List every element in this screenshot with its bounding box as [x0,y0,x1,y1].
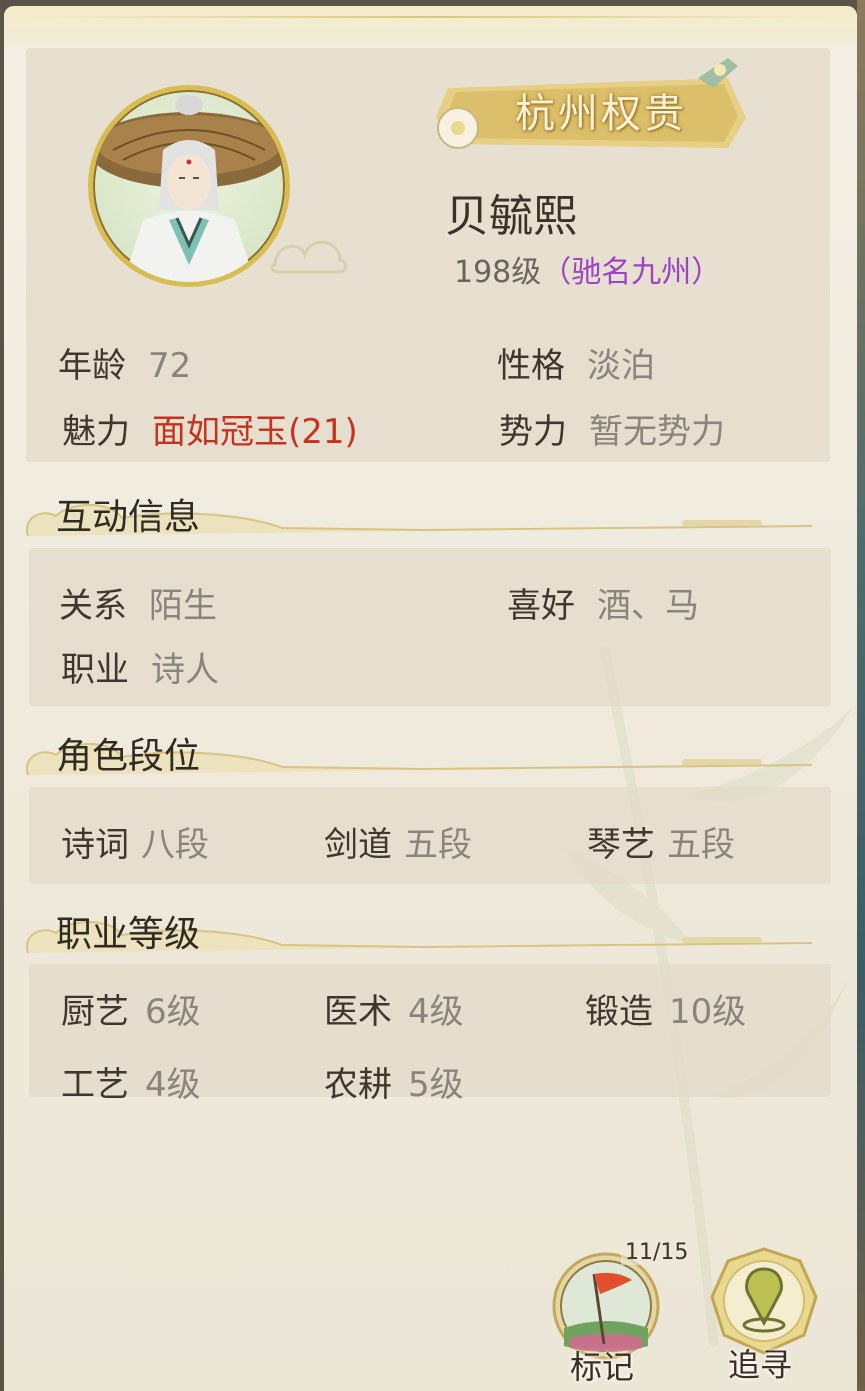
faction-label: 势力 [499,412,567,452]
rank-item: 诗词 八段 [61,817,209,866]
job-row: 职业 诗人 [61,642,219,691]
mark-counter: 11/15 [621,1240,693,1265]
title-text: 杭州权贵 [515,91,687,137]
section-rank-title: 角色段位 [56,736,201,777]
career-item: 农耕 5级 [324,1057,464,1106]
career-label: 锻造 [585,992,653,1032]
charm-value: 面如冠玉(21) [152,412,358,452]
career-value: 10级 [669,992,747,1032]
rank-label: 剑道 [324,825,392,865]
fame-title: （驰名九州） [541,255,722,290]
career-value: 6级 [145,992,201,1032]
faction-row: 势力 暂无势力 [499,404,725,453]
section-career-header: 职业等级 [22,905,822,965]
rank-label: 琴艺 [587,825,655,865]
section-interaction-title: 互动信息 [56,497,201,538]
career-value: 4级 [408,992,464,1032]
seek-label: 追寻 [728,1346,793,1384]
career-item: 工艺 4级 [61,1057,201,1106]
section-career-title: 职业等级 [56,914,201,955]
faction-value: 暂无势力 [589,412,725,452]
career-label: 农耕 [324,1065,392,1105]
age-label: 年龄 [58,346,126,386]
character-portrait-icon [93,95,285,282]
career-item: 厨艺 6级 [61,984,201,1033]
title-banner: 杭州权贵 [428,58,754,162]
background-edge [857,0,865,1391]
rank-value: 八段 [141,825,209,865]
rank-value: 五段 [404,825,472,865]
personality-row: 性格 淡泊 [497,338,655,387]
mark-label: 标记 [570,1348,635,1386]
age-value: 72 [148,346,192,386]
character-name: 贝毓熙 [445,191,577,242]
character-level: 198级（驰名九州） [454,247,721,291]
section-interaction-header: 互动信息 [22,488,822,548]
career-label: 工艺 [61,1065,129,1105]
relation-row: 关系 陌生 [59,578,217,627]
rank-value: 五段 [667,825,735,865]
hobby-value: 酒、马 [597,586,699,626]
job-value: 诗人 [151,650,219,690]
charm-label: 魅力 [62,412,130,452]
career-item: 医术 4级 [324,984,464,1033]
hobby-label: 喜好 [507,586,575,626]
relation-value: 陌生 [149,586,217,626]
career-label: 医术 [324,992,392,1032]
personality-label: 性格 [497,346,565,386]
age-row: 年龄 72 [58,338,191,387]
rank-item: 剑道 五段 [324,817,472,866]
rank-item: 琴艺 五段 [587,817,735,866]
hobby-row: 喜好 酒、马 [507,578,699,627]
level-value: 198级 [454,255,542,290]
charm-row: 魅力 面如冠玉(21) [62,404,358,453]
personality-value: 淡泊 [587,346,655,386]
section-rank-header: 角色段位 [22,727,822,787]
career-value: 4级 [145,1065,201,1105]
character-avatar[interactable] [88,85,290,287]
top-decoration [4,6,857,52]
career-label: 厨艺 [61,992,129,1032]
rank-label: 诗词 [61,825,129,865]
relation-label: 关系 [59,586,127,626]
career-value: 5级 [408,1065,464,1105]
job-label: 职业 [61,650,129,690]
career-item: 锻造 10级 [585,984,746,1033]
